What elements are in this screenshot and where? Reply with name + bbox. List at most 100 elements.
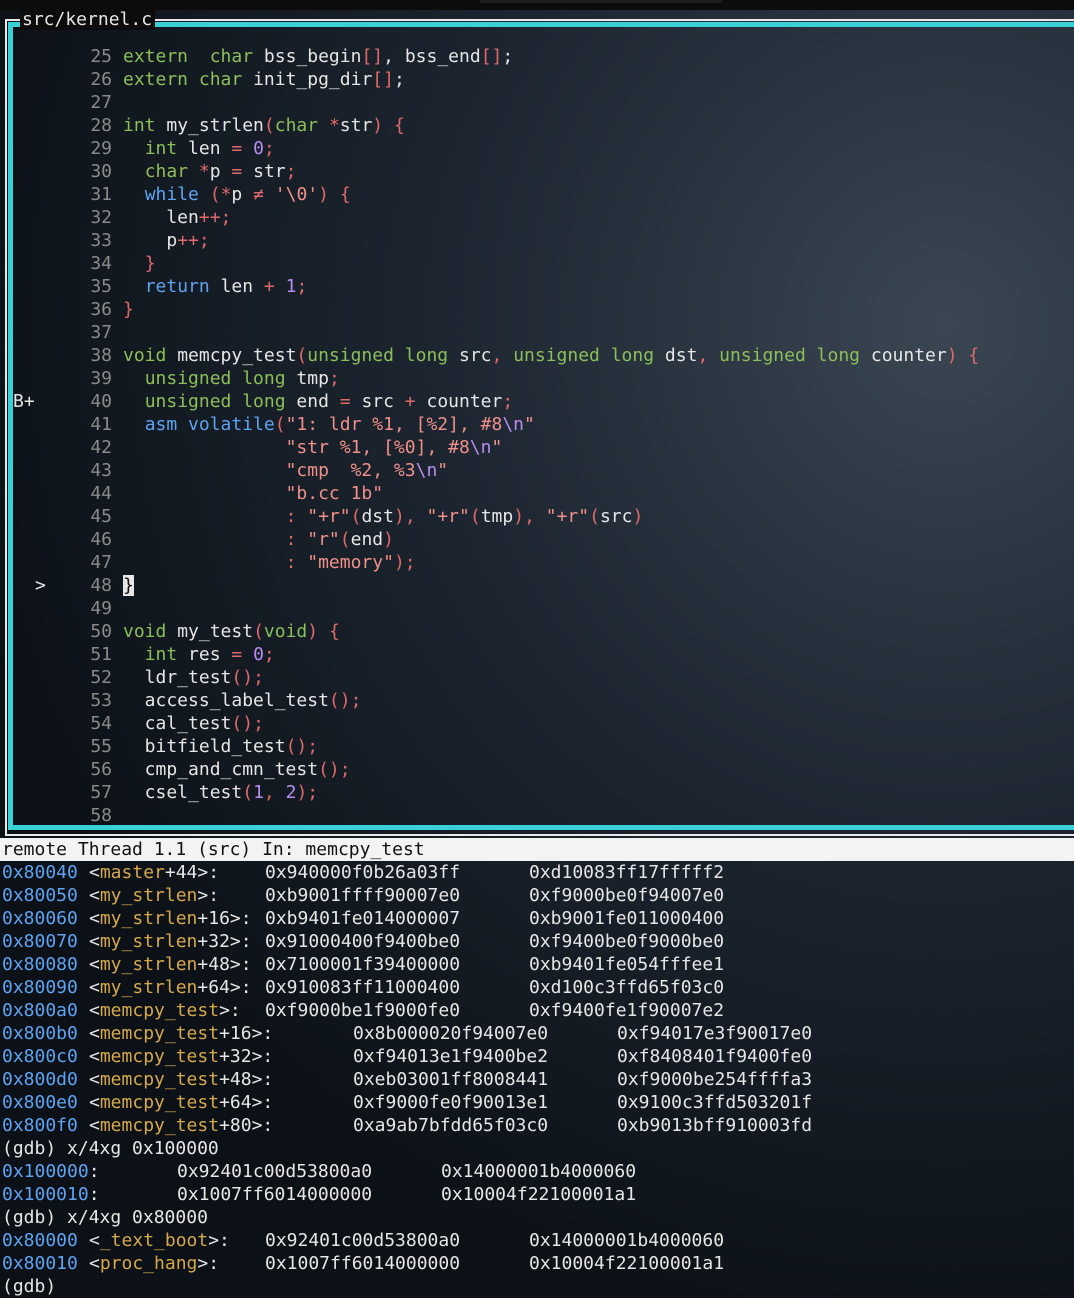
line-number: 29 (90, 138, 112, 159)
source-line[interactable]: 26 extern char init_pg_dir[]; (0, 68, 1074, 91)
line-code: : "r"(end) (123, 528, 394, 551)
source-line[interactable]: 36} (0, 298, 1074, 321)
code-token: + (404, 391, 416, 412)
symbol-tail: >: (219, 1000, 241, 1021)
source-line[interactable]: 31 while (*p ≠ '\0') { (0, 183, 1074, 206)
gdb-line[interactable]: 0x800c0 <memcpy_test+32>: 0xf94013e1f9400b… (0, 1045, 1074, 1068)
code-token: ) (372, 115, 384, 136)
gdb-line[interactable]: (gdb) x/4xg 0x100000 (0, 1137, 1074, 1160)
window-tab[interactable] (480, 0, 722, 3)
source-line[interactable]: 55 bitfield_test(); (0, 735, 1074, 758)
code-token: \n (469, 437, 492, 458)
symbol-label: <memcpy_test+80>: (89, 1114, 273, 1137)
gdb-line[interactable]: 0x80000 <_text_boot>: 0x92401c00d53800a0 0x… (0, 1229, 1074, 1252)
gdb-line[interactable]: 0x80050 <my_strlen>: 0xb9001ffff90007e0 0xf… (0, 884, 1074, 907)
gdb-line[interactable]: (gdb) x/4xg 0x80000 (0, 1206, 1074, 1229)
gdb-line[interactable]: 0x80080 <my_strlen+48>: 0x7100001f39400000… (0, 953, 1074, 976)
line-code: cal_test(); (123, 712, 264, 735)
gdb-line[interactable]: 0x80040 <master+44>: 0x940000f0b26a03ff 0xd… (0, 861, 1074, 884)
address-value: 0x100000 (2, 1161, 89, 1182)
code-token: } (123, 299, 134, 320)
code-token: counter (415, 391, 503, 412)
gdb-line[interactable]: 0x800e0 <memcpy_test+64>: 0xf9000fe0f90013… (0, 1091, 1074, 1114)
memory-word: 0xf94017e3f90017e0 (617, 1023, 813, 1044)
code-token: ( (339, 529, 351, 550)
gdb-line[interactable]: 0x80010 <proc_hang>: 0x1007ff6014000000 0x1… (0, 1252, 1074, 1275)
source-line[interactable]: 49 (0, 597, 1074, 620)
source-line[interactable]: 29 int len = 0; (0, 137, 1074, 160)
source-line[interactable]: 35 return len + 1; (0, 275, 1074, 298)
gdb-line[interactable]: (gdb) (0, 1275, 1074, 1298)
code-token: "memory" (307, 552, 394, 573)
code-token: " (491, 437, 503, 458)
source-line[interactable]: 57 csel_test(1, 2); (0, 781, 1074, 804)
source-line[interactable]: 52 ldr_test(); (0, 666, 1074, 689)
source-line[interactable]: 25 extern char bss_begin[], bss_end[]; (0, 45, 1074, 68)
source-line[interactable]: 50 void my_test(void) { (0, 620, 1074, 643)
symbol-bracket: < (89, 1046, 100, 1067)
source-line[interactable]: 44 "b.cc 1b" (0, 482, 1074, 505)
source-line[interactable]: 53 access_label_test(); (0, 689, 1074, 712)
code-token: ) (296, 782, 308, 803)
memory-address: 0x80050 (2, 885, 78, 906)
code-token: ; (502, 391, 514, 412)
code-token: res (177, 644, 232, 665)
gdb-line[interactable]: 0x800b0 <memcpy_test+16>: 0x8b000020f94007… (0, 1022, 1074, 1045)
source-line[interactable]: 37 (0, 321, 1074, 344)
memory-word: 0xb9013bff910003fd (617, 1115, 813, 1136)
code-token: ) (393, 506, 405, 527)
symbol-name: memcpy_test (99, 1092, 220, 1113)
code-token: "b.cc 1b" (285, 483, 384, 504)
symbol-name: my_strlen (99, 931, 198, 952)
source-line[interactable]: 47 : "memory"); (0, 551, 1074, 574)
gdb-line[interactable]: 0x80060 <my_strlen+16>: 0xb9401fe014000007… (0, 907, 1074, 930)
source-line[interactable]: 32 len++; (0, 206, 1074, 229)
gdb-line[interactable]: 0x80070 <my_strlen+32>: 0x91000400f9400be0… (0, 930, 1074, 953)
source-line[interactable]: >48} (0, 574, 1074, 597)
code-token: } (144, 253, 156, 274)
symbol-name: my_strlen (99, 977, 198, 998)
gdb-line[interactable]: 0x100010: 0x1007ff6014000000 0x10004f22100… (0, 1183, 1074, 1206)
source-code-listing[interactable]: 25 extern char bss_begin[], bss_end[]; 26 e… (0, 45, 1074, 827)
source-line[interactable]: B+ 40 unsigned long end = src + counter; (0, 390, 1074, 413)
window-top-strip (0, 0, 1074, 10)
source-line[interactable]: 54 cal_test(); (0, 712, 1074, 735)
memory-word: 0xf94013e1f9400be2 (353, 1046, 549, 1067)
code-token: , (524, 506, 535, 527)
code-token: len (209, 276, 264, 297)
source-line[interactable]: 46 : "r"(end) (0, 528, 1074, 551)
source-line[interactable]: 39 unsigned long tmp; (0, 367, 1074, 390)
source-line[interactable]: 30 char *p = str; (0, 160, 1074, 183)
source-line[interactable]: 51 int res = 0; (0, 643, 1074, 666)
gdb-line[interactable]: 0x100000: 0x92401c00d53800a0 0x14000001b40… (0, 1160, 1074, 1183)
gdb-line[interactable]: 0x800a0 <memcpy_test>: 0xf9000be1f9000fe0 0… (0, 999, 1074, 1022)
code-token: "+r" (426, 506, 470, 527)
symbol-name: _text_boot (99, 1230, 209, 1251)
source-line[interactable]: 43 "cmp %2, %3\n" (0, 459, 1074, 482)
gdb-line[interactable]: 0x80090 <my_strlen+64>: 0x910083ff11000400… (0, 976, 1074, 999)
source-line[interactable]: 56 cmp_and_cmn_test(); (0, 758, 1074, 781)
source-line[interactable]: 58 (0, 804, 1074, 827)
gdb-command-output[interactable]: 0x80040 <master+44>: 0x940000f0b26a03ff 0xd… (0, 861, 1074, 1298)
source-pane[interactable]: src/kernel.c 25 extern char bss_begin[], … (0, 10, 1074, 836)
source-line[interactable]: 27 (0, 91, 1074, 114)
code-token: ) (632, 506, 644, 527)
source-line[interactable]: 42 "str %1, [%0], #8\n" (0, 436, 1074, 459)
source-line[interactable]: 34 } (0, 252, 1074, 275)
gdb-line[interactable]: 0x800f0 <memcpy_test+80>: 0xa9ab7bfdd65f03… (0, 1114, 1074, 1137)
source-line[interactable]: 33 p++; (0, 229, 1074, 252)
source-line[interactable]: 41 asm volatile("1: ldr %1, [%2], #8\n" (0, 413, 1074, 436)
line-code: : "memory"); (123, 551, 416, 574)
line-number: 50 (90, 621, 112, 642)
source-line[interactable]: 28 int my_strlen(char *str) { (0, 114, 1074, 137)
line-number: 47 (90, 552, 112, 573)
source-line[interactable]: 45 : "+r"(dst), "+r"(tmp), "+r"(src) (0, 505, 1074, 528)
code-token: p (123, 230, 178, 251)
code-token: len (123, 207, 199, 228)
source-line[interactable]: 38 void memcpy_test(unsigned long src, un… (0, 344, 1074, 367)
gdb-line[interactable]: 0x800d0 <memcpy_test+48>: 0xeb03001ff80084… (0, 1068, 1074, 1091)
